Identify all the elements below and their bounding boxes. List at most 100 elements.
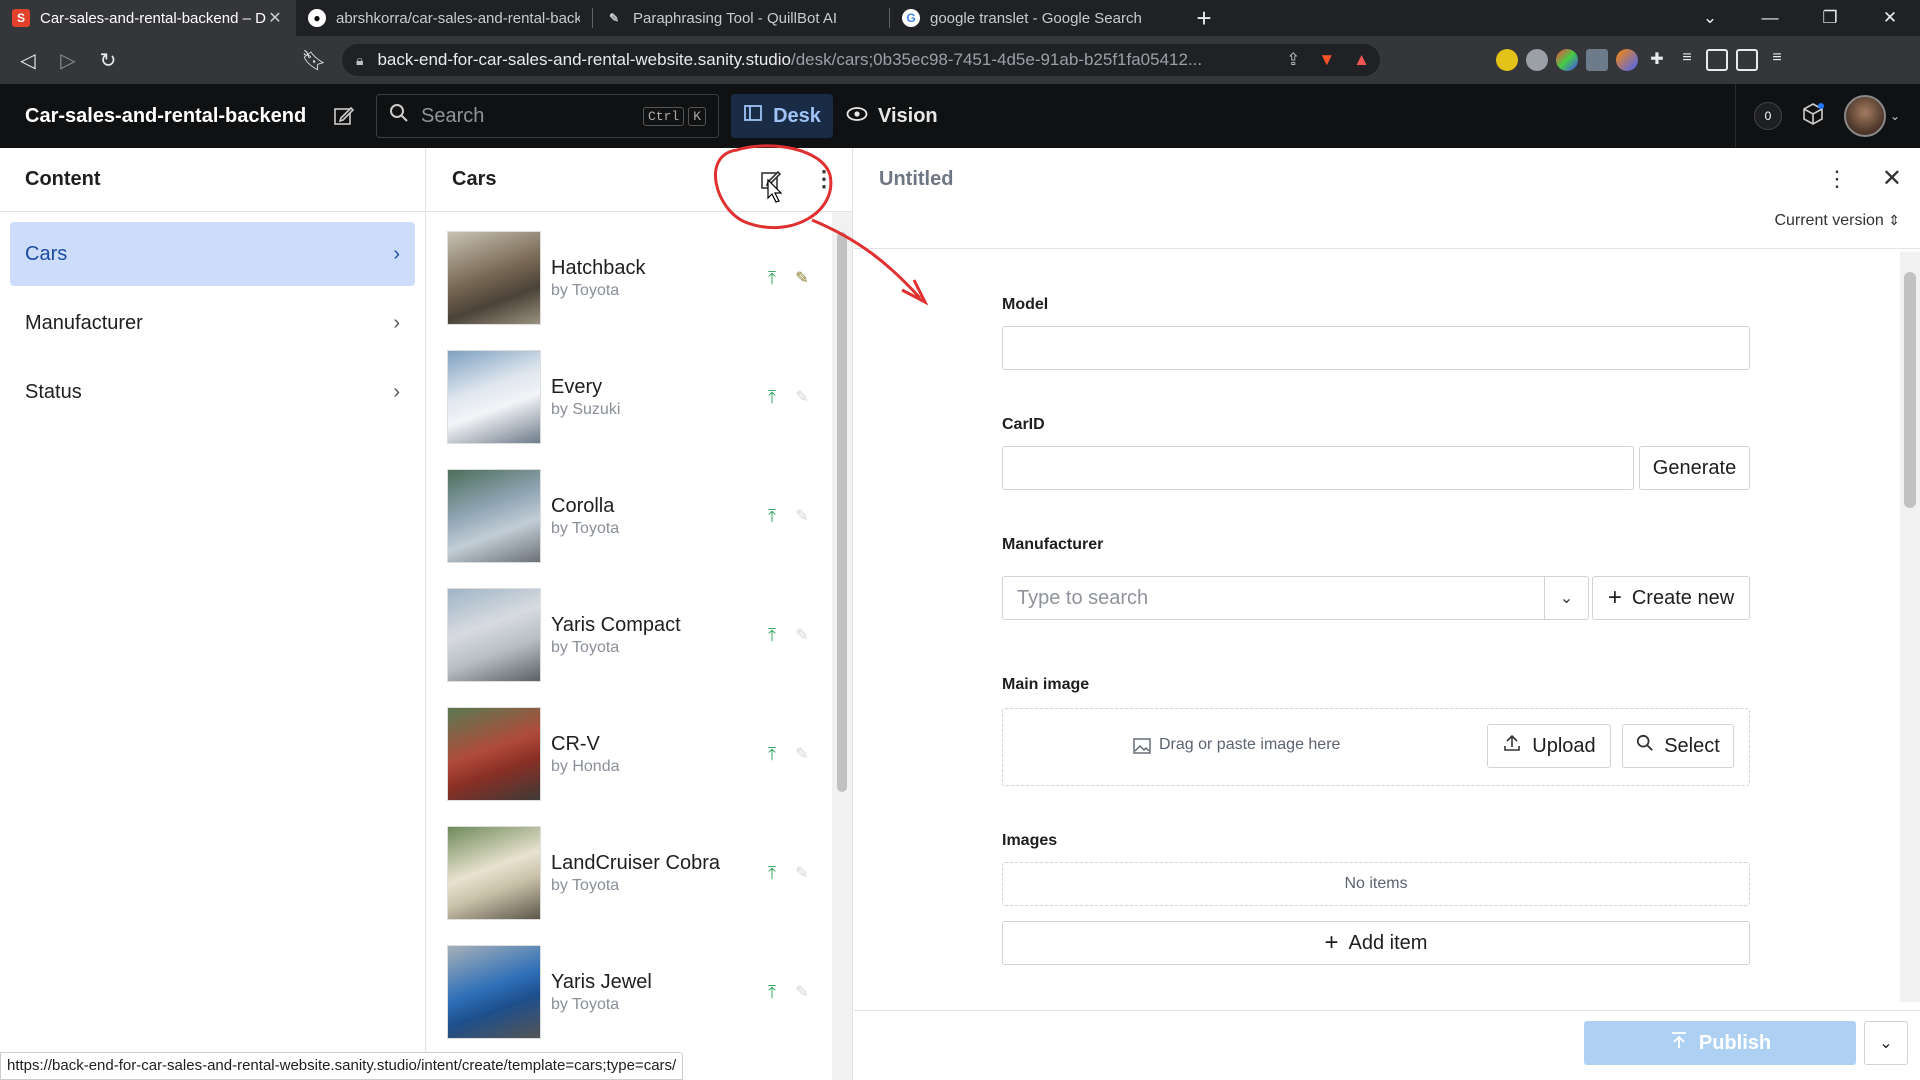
search-icon (1636, 734, 1654, 758)
brave-shield-icon[interactable]: ▼ (1318, 50, 1335, 70)
sidebar-icon[interactable] (1706, 49, 1728, 71)
car-thumbnail (447, 707, 541, 801)
car-thumbnail (447, 826, 541, 920)
close-tab-icon[interactable]: ✕ (266, 8, 284, 28)
published-icon: ⤒ (768, 624, 776, 645)
browser-tab-quillbot[interactable]: ✎ Paraphrasing Tool - QuillBot AI (593, 0, 889, 36)
select-button[interactable]: Select (1622, 724, 1734, 768)
document-editor-pane: Untitled ⋮ ✕ Current version ⇕ Model Car… (854, 148, 1920, 1080)
published-icon: ⤒ (768, 386, 776, 407)
browser-tab-github[interactable]: ● abrshkorra/car-sales-and-rental-backe (296, 0, 592, 36)
car-name: Yaris Jewel (551, 970, 652, 993)
tab-title: Car-sales-and-rental-backend – D (40, 9, 266, 27)
kbd-ctrl: Ctrl (642, 106, 685, 126)
desk-icon (743, 103, 763, 129)
edit-icon: ✎ (795, 865, 809, 882)
new-tab-button[interactable]: + (1186, 0, 1222, 36)
browser-toolbar: ◁ ▷ ↻ 🔖︎ 🔒︎ back-end-for-car-sales-and-r… (0, 36, 1920, 84)
extension-icon[interactable] (1556, 49, 1578, 71)
images-label: Images (1002, 832, 1058, 849)
media-icon[interactable]: ≡ (1676, 49, 1698, 71)
user-menu[interactable]: ⌄ (1843, 95, 1900, 137)
cars-pane: Cars ⋮ Hatchback by Toyota ⤒ ✎ Every by Su… (427, 148, 853, 1080)
generate-button[interactable]: Generate (1639, 446, 1750, 490)
reload-icon[interactable]: ↻ (88, 40, 128, 80)
sanity-favicon-icon: S (12, 9, 30, 27)
carid-label: CarID (1002, 416, 1045, 433)
address-bar[interactable]: 🔒︎ back-end-for-car-sales-and-rental-web… (342, 44, 1380, 76)
chevron-down-icon[interactable]: ⌄ (1544, 577, 1588, 619)
publish-icon (1669, 1030, 1689, 1056)
quill-icon: ✎ (608, 11, 620, 25)
minimize-icon[interactable]: — (1740, 0, 1800, 36)
list-item[interactable]: CR-V by Honda ⤒ ✎ (447, 706, 817, 802)
more-options-icon[interactable]: ⋮ (1826, 166, 1848, 192)
puzzle-icon[interactable]: ✚ (1646, 49, 1668, 71)
close-icon[interactable]: ✕ (1882, 164, 1902, 193)
menu-icon[interactable]: ≡ (1766, 49, 1788, 71)
manufacturer-search-input[interactable]: Type to search ⌄ (1002, 576, 1589, 620)
images-empty-list: No items (1002, 862, 1750, 906)
list-item[interactable]: Hatchback by Toyota ⤒ ✎ (447, 230, 817, 326)
browser-tab-google[interactable]: G google translet - Google Search (890, 0, 1186, 36)
published-icon: ⤒ (768, 743, 776, 764)
cars-pane-header: Cars ⋮ (427, 148, 852, 212)
brave-rewards-icon[interactable]: ▲ (1353, 50, 1370, 70)
cars-list-scrollbar[interactable] (832, 212, 852, 1080)
bookmark-icon[interactable]: 🔖︎ (294, 40, 334, 80)
content-item-cars[interactable]: Cars › (10, 222, 415, 286)
car-thumbnail (447, 588, 541, 682)
tab-search-icon[interactable]: ⌄ (1680, 0, 1740, 36)
content-item-manufacturer[interactable]: Manufacturer › (10, 291, 415, 355)
shield-icon[interactable] (1586, 49, 1608, 71)
publish-button[interactable]: Publish (1584, 1021, 1856, 1065)
tab-title: Paraphrasing Tool - QuillBot AI (633, 9, 838, 27)
edit-icon: ✎ (795, 627, 809, 644)
compose-icon[interactable] (328, 100, 360, 132)
restore-icon[interactable]: ❐ (1800, 0, 1860, 36)
desk-tool-button[interactable]: Desk (731, 94, 833, 138)
plus-icon: + (1607, 584, 1622, 611)
add-item-button[interactable]: + Add item (1002, 921, 1750, 965)
notifications-badge[interactable]: 0 (1753, 102, 1782, 130)
share-icon[interactable]: ⇪ (1286, 50, 1300, 70)
browser-tab-sanity[interactable]: S Car-sales-and-rental-backend – D ✕ (0, 0, 296, 36)
vision-tool-button[interactable]: Vision (846, 94, 938, 138)
list-item[interactable]: Yaris Compact by Toyota ⤒ ✎ (447, 587, 817, 683)
content-item-status[interactable]: Status › (10, 360, 415, 424)
version-selector[interactable]: Current version ⇕ (1774, 212, 1900, 230)
status-bar-url: https://back-end-for-car-sales-and-renta… (0, 1052, 684, 1080)
published-icon: ⤒ (768, 267, 776, 288)
main-image-label: Main image (1002, 676, 1090, 693)
extension-icon[interactable] (1526, 49, 1548, 71)
list-item[interactable]: LandCruiser Cobra by Toyota ⤒ ✎ (447, 825, 817, 921)
image-icon (1133, 738, 1151, 759)
chevron-right-icon: › (393, 311, 400, 334)
more-options-icon[interactable]: ⋮ (813, 166, 835, 192)
search-input[interactable]: Search Ctrl K (376, 94, 719, 138)
forward-icon[interactable]: ▷ (48, 40, 88, 80)
model-label: Model (1002, 296, 1049, 313)
window-close-icon[interactable]: ✕ (1860, 0, 1920, 36)
carid-input[interactable] (1002, 446, 1634, 490)
create-new-button[interactable]: + Create new (1592, 576, 1750, 620)
upload-button[interactable]: Upload (1487, 724, 1611, 768)
list-item[interactable]: Yaris Jewel by Toyota ⤒ ✎ (447, 944, 817, 1040)
extension-icon[interactable] (1616, 49, 1638, 71)
image-dropzone[interactable]: Drag or paste image here Upload Select (1002, 708, 1750, 786)
model-input[interactable] (1002, 326, 1750, 370)
editor-scrollbar[interactable] (1900, 252, 1920, 1002)
publish-menu-button[interactable]: ⌄ (1864, 1021, 1908, 1065)
app-title[interactable]: Car-sales-and-rental-backend (25, 84, 306, 148)
lock-icon: 🔒︎ (356, 51, 364, 68)
car-name: LandCruiser Cobra (551, 851, 720, 874)
create-new-document-icon[interactable] (759, 168, 783, 198)
extension-icon[interactable] (1496, 49, 1518, 71)
list-item[interactable]: Corolla by Toyota ⤒ ✎ (447, 468, 817, 564)
content-item-label: Manufacturer (25, 311, 143, 334)
wallet-icon[interactable] (1736, 49, 1758, 71)
list-item[interactable]: Every by Suzuki ⤒ ✎ (447, 349, 817, 445)
back-icon[interactable]: ◁ (8, 40, 48, 80)
car-manufacturer: by Suzuki (551, 400, 621, 418)
cube-icon[interactable] (1800, 101, 1826, 132)
